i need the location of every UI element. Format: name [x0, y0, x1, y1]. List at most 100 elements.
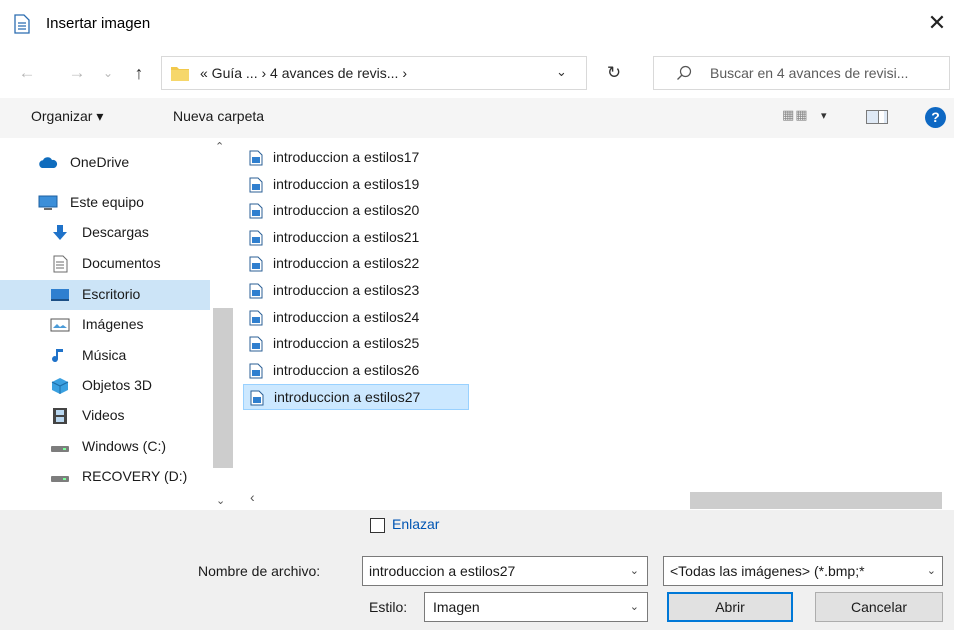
file-item[interactable]: introduccion a estilos23: [243, 278, 469, 304]
view-options-dropdown-icon[interactable]: ▾: [821, 109, 827, 122]
filename-dropdown-icon[interactable]: ⌄: [630, 564, 639, 577]
sidebar-item-imágenes[interactable]: Imágenes: [0, 310, 210, 340]
image-file-icon: [249, 203, 263, 219]
cube-icon: [50, 377, 70, 395]
file-item[interactable]: introduccion a estilos25: [243, 331, 469, 357]
file-name: introduccion a estilos23: [273, 282, 420, 298]
search-icon: [677, 65, 692, 80]
recent-locations-chevron-icon[interactable]: ⌄: [95, 60, 121, 86]
insert-image-icon: [14, 14, 30, 34]
sidebar-item-label: Imágenes: [82, 316, 144, 332]
file-name: introduccion a estilos24: [273, 308, 420, 325]
breadcrumb[interactable]: « Guía ... › 4 avances de revis... ›: [200, 65, 407, 81]
cloud-icon: [38, 154, 58, 172]
sidebar-item-escritorio[interactable]: Escritorio: [0, 280, 210, 310]
link-checkbox[interactable]: [370, 518, 385, 533]
help-icon[interactable]: ?: [925, 107, 946, 128]
file-name: introduccion a estilos27: [274, 389, 421, 406]
sidebar-item-recovery-d[interactable]: RECOVERY (D:): [0, 462, 210, 492]
file-item[interactable]: introduccion a estilos19: [243, 172, 469, 198]
sidebar-item-windows-c[interactable]: Windows (C:): [0, 432, 210, 462]
up-arrow-icon[interactable]: ↑: [126, 60, 152, 86]
sidebar-item-este-equipo[interactable]: Este equipo: [0, 188, 210, 218]
file-name: introduccion a estilos17: [273, 149, 420, 165]
sidebar-item-label: Objetos 3D: [82, 377, 153, 393]
sidebar-item-descargas[interactable]: Descargas: [0, 218, 210, 248]
address-bar[interactable]: « Guía ... › 4 avances de revis... › ⌄: [161, 56, 587, 90]
sidebar-item-onedrive[interactable]: OneDrive: [0, 148, 210, 178]
filename-field[interactable]: introduccion a estilos27 ⌄: [362, 556, 648, 586]
image-file-icon: [249, 177, 263, 193]
open-button[interactable]: Abrir: [667, 592, 793, 622]
filename-value[interactable]: introduccion a estilos27: [369, 563, 515, 579]
sidebar-item-videos[interactable]: Videos: [0, 401, 210, 431]
scroll-up-icon[interactable]: ⌃: [215, 140, 224, 153]
style-label: Estilo:: [369, 599, 408, 615]
film-icon: [50, 407, 70, 425]
forward-arrow-icon[interactable]: →: [64, 60, 90, 86]
address-dropdown-icon[interactable]: ⌄: [556, 64, 567, 80]
file-name: introduccion a estilos25: [273, 335, 420, 352]
file-item[interactable]: introduccion a estilos17: [243, 145, 469, 171]
desktop-icon: [50, 286, 70, 304]
file-type-value: <Todas las imágenes> (*.bmp;*: [670, 563, 865, 579]
organize-button[interactable]: Organizar ▾: [31, 108, 103, 125]
cancel-button[interactable]: Cancelar: [815, 592, 943, 622]
file-item[interactable]: introduccion a estilos26: [243, 358, 469, 384]
view-options-icon[interactable]: ▦▦: [782, 107, 809, 123]
sidebar-item-label: Videos: [82, 407, 125, 423]
file-list: introduccion a estilos17 introduccion a e…: [234, 138, 954, 490]
image-file-icon: [249, 363, 263, 379]
horizontal-scrollbar-thumb[interactable]: [690, 492, 942, 509]
style-select[interactable]: Imagen ⌄: [424, 592, 648, 622]
scroll-left-icon[interactable]: ‹: [250, 489, 255, 505]
window-title: Insertar imagen: [46, 15, 151, 32]
file-item[interactable]: introduccion a estilos20: [243, 198, 469, 224]
computer-icon: [38, 194, 58, 212]
music-icon: [50, 347, 70, 365]
search-input[interactable]: Buscar en 4 avances de revisi...: [653, 56, 950, 90]
navigation-pane: OneDrive Este equipo Descargas Documentos Es…: [0, 138, 234, 510]
back-arrow-icon[interactable]: ←: [14, 60, 40, 86]
nav-scrollbar-thumb[interactable]: [213, 308, 233, 468]
file-type-filter[interactable]: <Todas las imágenes> (*.bmp;* ⌄: [663, 556, 943, 586]
file-item[interactable]: introduccion a estilos22: [243, 251, 469, 277]
close-icon[interactable]: ✕: [924, 10, 950, 36]
sidebar-item-label: Descargas: [82, 224, 149, 240]
drive-icon: [50, 438, 70, 456]
new-folder-button[interactable]: Nueva carpeta: [173, 108, 264, 124]
preview-pane-icon[interactable]: [866, 110, 888, 124]
sidebar-item-documentos[interactable]: Documentos: [0, 249, 210, 279]
file-name: introduccion a estilos22: [273, 255, 420, 272]
file-name: introduccion a estilos19: [273, 175, 420, 192]
document-icon: [50, 255, 70, 273]
sidebar-item-label: OneDrive: [70, 154, 130, 170]
file-item[interactable]: introduccion a estilos24: [243, 305, 469, 331]
style-dropdown-icon[interactable]: ⌄: [630, 600, 639, 613]
sidebar-item-música[interactable]: Música: [0, 341, 210, 371]
sidebar-item-label: Escritorio: [82, 286, 141, 302]
pictures-icon: [50, 316, 70, 334]
sidebar-item-label: Música: [82, 347, 127, 363]
filename-label: Nombre de archivo:: [198, 563, 321, 579]
image-file-icon: [250, 390, 264, 406]
image-file-icon: [249, 283, 263, 299]
file-item[interactable]: introduccion a estilos27: [243, 384, 469, 411]
sidebar-item-label: Windows (C:): [82, 438, 167, 454]
file-item[interactable]: introduccion a estilos21: [243, 225, 469, 251]
download-icon: [50, 224, 70, 242]
sidebar-item-label: Este equipo: [70, 194, 144, 210]
image-file-icon: [249, 230, 263, 246]
refresh-icon[interactable]: ↻: [597, 56, 631, 90]
drive-icon: [50, 468, 70, 486]
file-type-dropdown-icon[interactable]: ⌄: [927, 564, 936, 577]
sidebar-item-label: RECOVERY (D:): [82, 468, 188, 484]
folder-icon: [171, 67, 189, 81]
file-name: introduccion a estilos20: [273, 202, 420, 219]
style-value: Imagen: [433, 599, 480, 615]
sidebar-item-objetos-3d[interactable]: Objetos 3D: [0, 371, 210, 401]
scroll-down-icon[interactable]: ⌄: [216, 494, 225, 507]
image-file-icon: [249, 310, 263, 326]
link-label[interactable]: Enlazar: [392, 516, 439, 532]
image-file-icon: [249, 256, 263, 272]
